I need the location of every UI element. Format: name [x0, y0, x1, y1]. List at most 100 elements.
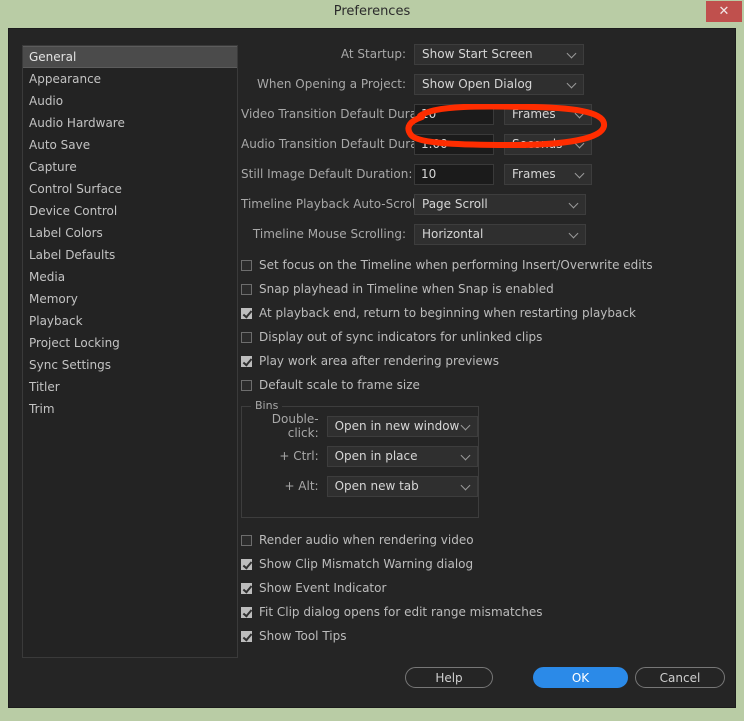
checkbox-checked-icon[interactable] [241, 630, 252, 642]
checkbox-label: Show Clip Mismatch Warning dialog [259, 557, 474, 571]
checkbox-row[interactable]: Play work area after rendering previews [241, 349, 721, 373]
checkbox-checked-icon[interactable] [241, 582, 252, 594]
checkbox-unchecked-icon[interactable] [241, 283, 252, 295]
sidebar-item-label-defaults[interactable]: Label Defaults [23, 244, 237, 266]
row-still-image-duration: Still Image Default Duration: Frames [241, 163, 721, 185]
cancel-button[interactable]: Cancel [635, 667, 725, 688]
bins-legend: Bins [251, 399, 283, 412]
checkbox-label: Fit Clip dialog opens for edit range mis… [259, 605, 543, 619]
dropdown-bins-value: Open in place [334, 448, 418, 463]
checkbox-checked-icon[interactable] [241, 558, 252, 570]
chevron-down-icon [462, 422, 471, 428]
sidebar-item-trim[interactable]: Trim [23, 398, 237, 420]
checkbox-checked-icon[interactable] [241, 606, 252, 618]
checkbox-row[interactable]: At playback end, return to beginning whe… [241, 301, 721, 325]
dropdown-when-opening-project-value: Show Open Dialog [422, 76, 533, 91]
dropdown-bins-1[interactable]: Open in place [326, 445, 478, 467]
dropdown-bins-2[interactable]: Open new tab [326, 475, 478, 497]
sidebar-item-label-colors[interactable]: Label Colors [23, 222, 237, 244]
label-timeline-mouse-scroll: Timeline Mouse Scrolling: [252, 227, 406, 241]
label-timeline-auto-scroll: Timeline Playback Auto-Scrolling: [241, 197, 442, 211]
chevron-down-icon [576, 170, 585, 176]
checkbox-checked-icon[interactable] [241, 307, 252, 319]
checkbox-row[interactable]: Default scale to frame size [241, 373, 721, 397]
general-settings-panel: At Startup: Show Start Screen When Openi… [241, 43, 721, 683]
row-video-transition-duration: Video Transition Default Duration: Frame… [241, 103, 721, 125]
input-audio-transition-duration[interactable] [414, 133, 494, 155]
dropdown-at-startup-value: Show Start Screen [422, 46, 533, 61]
dropdown-when-opening-project[interactable]: Show Open Dialog [414, 73, 584, 95]
dropdown-at-startup[interactable]: Show Start Screen [414, 43, 584, 65]
sidebar-item-project-locking[interactable]: Project Locking [23, 332, 237, 354]
close-icon[interactable]: ✕ [706, 1, 742, 22]
dropdown-audio-transition-unit-value: Seconds [512, 136, 563, 151]
dropdown-bins-0[interactable]: Open in new window [326, 415, 478, 437]
sidebar-item-audio-hardware[interactable]: Audio Hardware [23, 112, 237, 134]
input-still-image-duration[interactable] [414, 163, 494, 185]
input-video-transition-duration[interactable] [414, 103, 494, 125]
sidebar-item-playback[interactable]: Playback [23, 310, 237, 332]
checkbox-group-upper: Set focus on the Timeline when performin… [241, 253, 721, 397]
label-at-startup: At Startup: [340, 47, 406, 61]
checkbox-unchecked-icon[interactable] [241, 534, 252, 546]
dialog-footer: Help OK Cancel [9, 667, 737, 697]
sidebar-item-control-surface[interactable]: Control Surface [23, 178, 237, 200]
sidebar-item-capture[interactable]: Capture [23, 156, 237, 178]
chevron-down-icon [568, 50, 577, 56]
checkbox-row[interactable]: Show Event Indicator [241, 576, 721, 600]
ok-button[interactable]: OK [533, 667, 628, 688]
sidebar-item-titler[interactable]: Titler [23, 376, 237, 398]
bins-rows: Double-click: Open in new window + Ctrl: Op… [242, 412, 478, 497]
chevron-down-icon [570, 200, 579, 206]
sidebar-item-appearance[interactable]: Appearance [23, 68, 237, 90]
sidebar-item-auto-save[interactable]: Auto Save [23, 134, 237, 156]
checkbox-label: Render audio when rendering video [259, 533, 474, 547]
dropdown-audio-transition-unit[interactable]: Seconds [504, 133, 592, 155]
sidebar-item-device-control[interactable]: Device Control [23, 200, 237, 222]
sidebar-item-general[interactable]: General [23, 46, 237, 68]
bins-row-label: Double-click: [271, 412, 319, 440]
sidebar-item-sync-settings[interactable]: Sync Settings [23, 354, 237, 376]
label-when-opening-project: When Opening a Project: [257, 77, 406, 91]
checkbox-row[interactable]: Show Tool Tips [241, 624, 721, 648]
checkbox-row[interactable]: Fit Clip dialog opens for edit range mis… [241, 600, 721, 624]
bins-row: + Alt: Open new tab [242, 475, 478, 497]
dropdown-bins-value: Open in new window [334, 418, 460, 433]
checkbox-checked-icon[interactable] [241, 355, 252, 367]
checkbox-unchecked-icon[interactable] [241, 331, 252, 343]
checkbox-row[interactable]: Snap playhead in Timeline when Snap is e… [241, 277, 721, 301]
checkbox-row[interactable]: Show Clip Mismatch Warning dialog [241, 552, 721, 576]
checkbox-label: Show Event Indicator [259, 581, 387, 595]
dropdown-timeline-mouse-scroll-value: Horizontal [422, 226, 484, 241]
dropdown-timeline-mouse-scroll[interactable]: Horizontal [414, 223, 586, 245]
sidebar-item-media[interactable]: Media [23, 266, 237, 288]
bins-group: Bins Double-click: Open in new window + Ct… [241, 399, 479, 518]
checkbox-row[interactable]: Render audio when rendering video [241, 528, 721, 552]
sidebar-item-audio[interactable]: Audio [23, 90, 237, 112]
window-titlebar: Preferences ✕ [0, 0, 744, 24]
checkbox-row[interactable]: Display out of sync indicators for unlin… [241, 325, 721, 349]
dropdown-video-transition-unit[interactable]: Frames [504, 103, 592, 125]
bins-row-label: + Alt: [284, 479, 319, 493]
chevron-down-icon [576, 140, 585, 146]
row-audio-transition-duration: Audio Transition Default Duration: Secon… [241, 133, 721, 155]
dropdown-still-image-unit-value: Frames [512, 166, 556, 181]
bins-row: + Ctrl: Open in place [242, 445, 478, 467]
dropdown-timeline-auto-scroll[interactable]: Page Scroll [414, 193, 586, 215]
chevron-down-icon [462, 452, 471, 458]
checkbox-row[interactable]: Set focus on the Timeline when performin… [241, 253, 721, 277]
preferences-category-list[interactable]: General Appearance Audio Audio Hardware Auto… [22, 45, 238, 658]
sidebar-item-memory[interactable]: Memory [23, 288, 237, 310]
checkbox-unchecked-icon[interactable] [241, 379, 252, 391]
chevron-down-icon [576, 110, 585, 116]
checkbox-unchecked-icon[interactable] [241, 259, 252, 271]
checkbox-label: At playback end, return to beginning whe… [259, 306, 636, 320]
dropdown-still-image-unit[interactable]: Frames [504, 163, 592, 185]
row-timeline-auto-scroll: Timeline Playback Auto-Scrolling: Page S… [241, 193, 721, 215]
bins-row: Double-click: Open in new window [242, 412, 478, 440]
help-button[interactable]: Help [405, 667, 493, 688]
label-audio-transition-duration: Audio Transition Default Duration: [241, 137, 445, 151]
checkbox-label: Show Tool Tips [259, 629, 347, 643]
label-still-image-duration: Still Image Default Duration: [241, 167, 413, 181]
checkbox-group-lower: Render audio when rendering video Show Cl… [241, 528, 721, 648]
